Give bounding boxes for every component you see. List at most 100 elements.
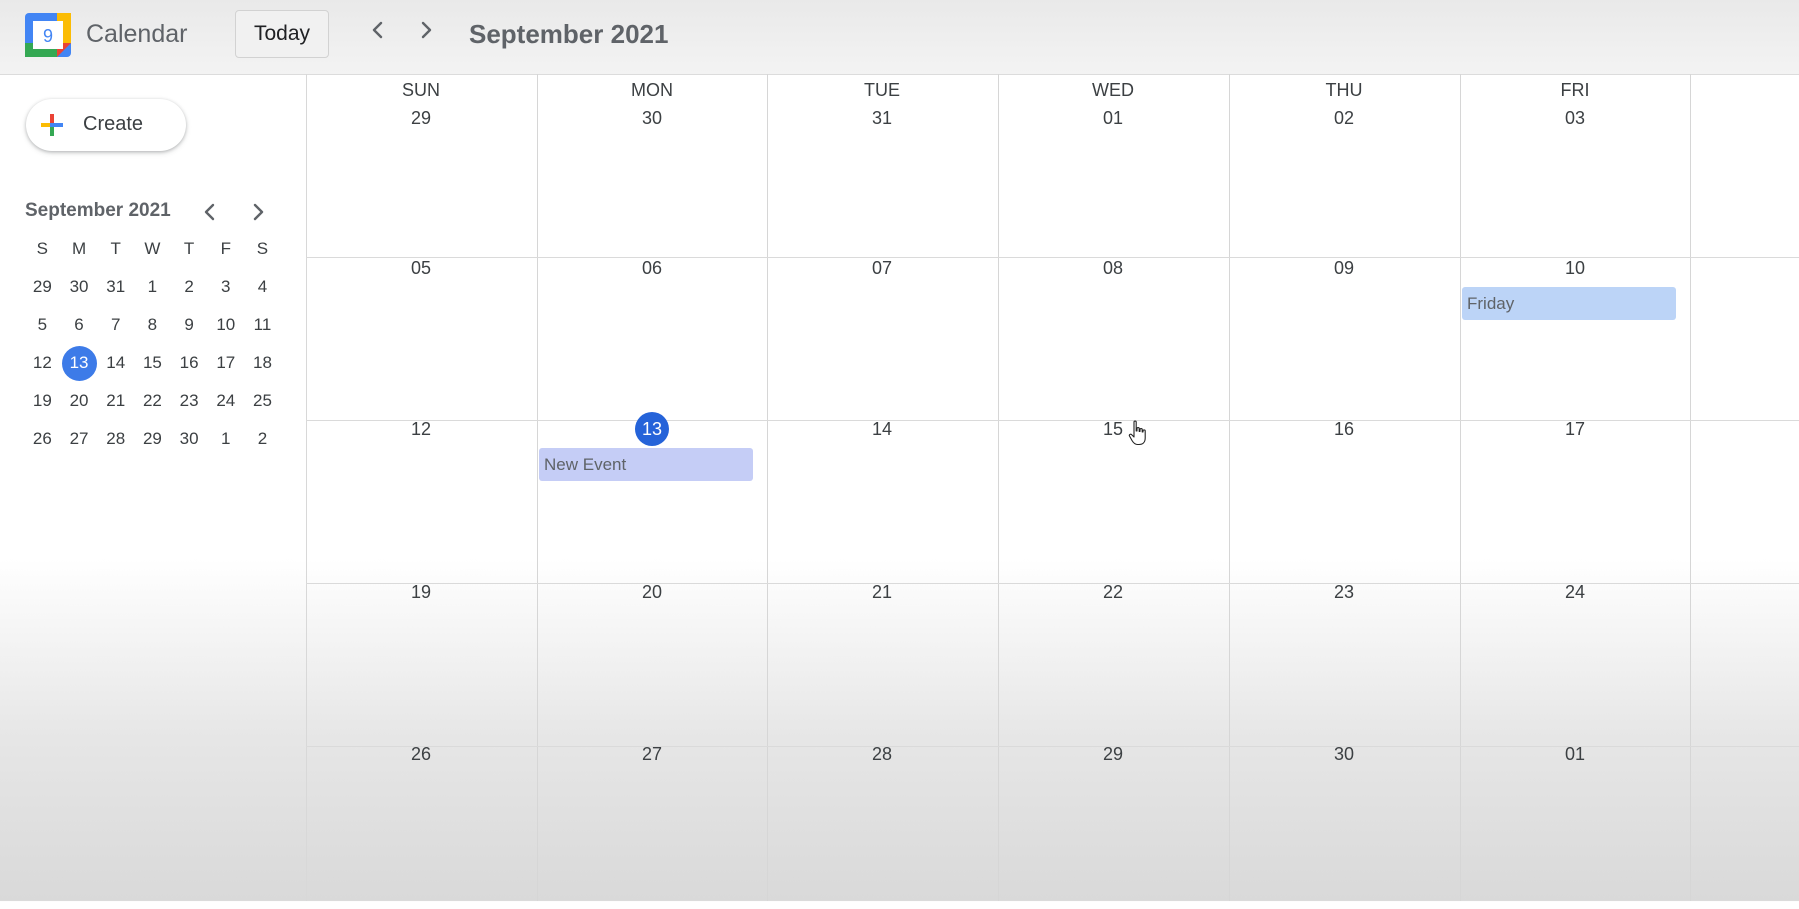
mini-day[interactable]: 8 [134, 306, 171, 344]
day-cell[interactable] [767, 583, 998, 746]
mini-day[interactable]: 27 [61, 420, 98, 458]
day-cell[interactable] [1460, 257, 1691, 420]
day-cell[interactable] [767, 420, 998, 583]
mini-day[interactable]: 29 [24, 268, 61, 306]
day-cell[interactable] [998, 420, 1229, 583]
day-cell[interactable] [1229, 746, 1460, 909]
day-cell[interactable] [1460, 583, 1691, 746]
mini-day[interactable]: 9 [171, 306, 208, 344]
mini-day[interactable]: 10 [207, 306, 244, 344]
day-cell[interactable] [998, 257, 1229, 420]
next-month-chevron-icon[interactable] [414, 18, 438, 42]
day-cell[interactable] [537, 257, 768, 420]
mini-day[interactable]: 24 [207, 382, 244, 420]
mini-day[interactable]: 1 [207, 420, 244, 458]
day-number: 2 [1690, 582, 1799, 603]
day-number: 10 [1564, 258, 1586, 278]
day-number: 23 [1333, 582, 1355, 602]
mini-day[interactable]: 6 [61, 306, 98, 344]
mini-day-number: 13 [61, 345, 97, 381]
mini-day[interactable]: 30 [61, 268, 98, 306]
day-cell[interactable] [1229, 257, 1460, 420]
day-cell[interactable] [306, 583, 537, 746]
mini-day[interactable]: 11 [244, 306, 281, 344]
day-cell[interactable] [767, 746, 998, 909]
event-chip[interactable]: New Event [539, 448, 753, 481]
mini-day[interactable]: 26 [24, 420, 61, 458]
day-cell[interactable] [1460, 420, 1691, 583]
day-cell[interactable] [1229, 583, 1460, 746]
mini-day-number: 12 [32, 353, 52, 372]
mini-day[interactable]: 15 [134, 344, 171, 382]
day-cell[interactable] [306, 746, 537, 909]
weekday-header: THU [1325, 80, 1363, 100]
calendar-logo-icon[interactable]: 9 [25, 13, 71, 57]
mini-next-chevron-icon[interactable] [247, 201, 269, 223]
day-cell[interactable] [767, 257, 998, 420]
day-cell[interactable] [1460, 746, 1691, 909]
weekday-header: S [1690, 80, 1799, 101]
create-button-label: Create [83, 113, 144, 135]
mini-day-number: 5 [37, 315, 48, 334]
day-cell[interactable] [998, 583, 1229, 746]
mini-week-row: 26 27 28 29 30 1 2 [24, 420, 281, 458]
day-cell[interactable] [1229, 420, 1460, 583]
mini-day-number: 2 [184, 277, 194, 296]
mini-day[interactable]: 29 [134, 420, 171, 458]
mini-day-number: 23 [179, 391, 199, 410]
mini-day[interactable]: 23 [171, 382, 208, 420]
weekday-header: WED [1092, 80, 1134, 100]
plus-icon [41, 114, 63, 136]
day-cell[interactable] [306, 257, 537, 420]
mini-day[interactable]: 14 [97, 344, 134, 382]
today-button[interactable]: Today [235, 10, 329, 58]
mini-day-number: 1 [221, 429, 231, 448]
mini-day[interactable]: 7 [97, 306, 134, 344]
mini-day[interactable]: 31 [97, 268, 134, 306]
day-cell[interactable] [537, 746, 768, 909]
mini-day[interactable]: 17 [207, 344, 244, 382]
mini-day-number: 31 [106, 277, 126, 296]
mini-day-selected[interactable]: 13 [61, 344, 98, 382]
mini-prev-chevron-icon[interactable] [199, 201, 221, 223]
mini-day[interactable]: 1 [134, 268, 171, 306]
create-button[interactable]: Create [26, 99, 186, 151]
day-cell[interactable] [306, 420, 537, 583]
mini-day[interactable]: 2 [171, 268, 208, 306]
mini-day[interactable]: 3 [207, 268, 244, 306]
day-number: 27 [641, 744, 663, 764]
mini-day[interactable]: 28 [97, 420, 134, 458]
day-cell[interactable] [998, 746, 1229, 909]
previous-month-chevron-icon[interactable] [366, 18, 390, 42]
mini-weekday-header: T [110, 239, 121, 258]
mini-day[interactable]: 22 [134, 382, 171, 420]
day-cell[interactable] [1690, 583, 1799, 746]
mini-weekday-header: S [36, 239, 49, 258]
mini-day[interactable]: 20 [61, 382, 98, 420]
day-number: 12 [410, 419, 432, 439]
mini-day[interactable]: 30 [171, 420, 208, 458]
mini-day-number: 3 [221, 277, 231, 296]
day-number: 30 [641, 108, 663, 128]
day-cell[interactable] [537, 583, 768, 746]
mini-day[interactable]: 19 [24, 382, 61, 420]
mini-day[interactable]: 21 [97, 382, 134, 420]
day-cell[interactable] [1690, 746, 1799, 909]
event-chip[interactable]: Friday [1462, 287, 1676, 320]
mini-day[interactable]: 2 [244, 420, 281, 458]
mini-calendar-title: September 2021 [25, 200, 171, 221]
mini-day[interactable]: 18 [244, 344, 281, 382]
mini-day[interactable]: 16 [171, 344, 208, 382]
mini-day-number: 22 [142, 391, 162, 410]
day-cell[interactable] [1690, 420, 1799, 583]
mini-day[interactable]: 25 [244, 382, 281, 420]
mini-day[interactable]: 5 [24, 306, 61, 344]
mini-day[interactable]: 12 [24, 344, 61, 382]
day-number: 05 [410, 258, 432, 278]
day-number: 29 [1102, 744, 1124, 764]
day-cell[interactable] [1690, 257, 1799, 420]
mini-weekday-header: W [144, 239, 161, 258]
day-number: 01 [1564, 744, 1586, 764]
mini-day-number: 9 [184, 315, 194, 334]
mini-day[interactable]: 4 [244, 268, 281, 306]
